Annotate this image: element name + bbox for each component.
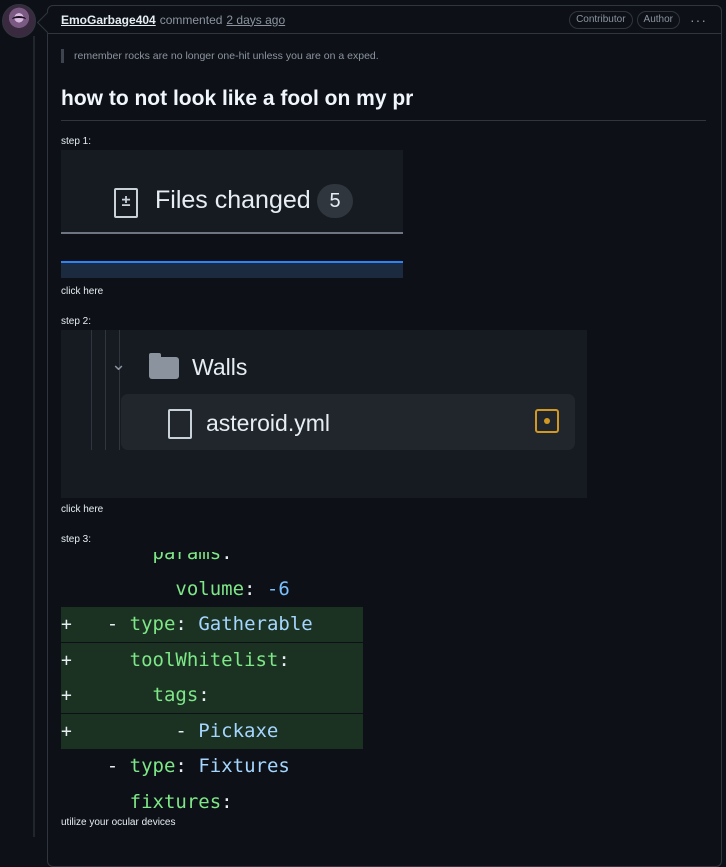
file-icon xyxy=(168,409,192,439)
step3-caption: utilize your ocular devices xyxy=(61,817,176,828)
code-text: - Pickaxe xyxy=(175,719,279,742)
code-line: fixtures: xyxy=(61,785,363,815)
code-text: toolWhitelist: xyxy=(129,648,290,671)
kebab-horizontal-icon[interactable]: ··· xyxy=(690,12,707,28)
author-link[interactable]: EmoGarbage404 xyxy=(61,13,156,27)
step3-image[interactable]: params: volume: -6 + - type: Gatherable + … xyxy=(61,552,363,814)
heading-divider xyxy=(61,120,706,121)
comment-header: EmoGarbage404 commented 2 days ago Contr… xyxy=(48,6,721,34)
code-line: + toolWhitelist: xyxy=(61,642,363,678)
file-diff-icon: ± xyxy=(114,188,138,218)
code-line: + tags: xyxy=(61,678,363,713)
step1-label: step 1: xyxy=(61,136,92,147)
code-text: fixtures: xyxy=(129,790,233,813)
folder-name: Walls xyxy=(192,354,248,380)
blockquote: remember rocks are no longer one-hit unl… xyxy=(61,49,379,63)
timeline-line xyxy=(33,36,35,837)
step1-image[interactable]: ± Files changed 5 xyxy=(61,150,403,278)
timestamp-link[interactable]: 2 days ago xyxy=(226,13,285,27)
code-line: volume: -6 xyxy=(61,572,363,607)
code-text: tags: xyxy=(152,684,210,706)
code-text: - type: Fixtures xyxy=(106,755,290,777)
code-text: volume: -6 xyxy=(175,577,290,600)
files-changed-label: Files changed xyxy=(155,186,311,214)
code-text: params: xyxy=(152,552,233,564)
code-line: - type: Fixtures xyxy=(61,749,363,784)
file-name: asteroid.yml xyxy=(206,410,330,436)
step2-label: step 2: xyxy=(61,316,92,327)
avatar[interactable] xyxy=(2,4,36,38)
step2-caption: click here xyxy=(61,504,104,515)
modified-icon xyxy=(535,409,559,433)
code-line: + - type: Gatherable xyxy=(61,607,363,642)
author-badge: Author xyxy=(636,11,680,29)
chevron-down-icon: ⌄ xyxy=(111,354,127,374)
step2-image[interactable]: ⌄ Walls asteroid.yml xyxy=(61,330,587,498)
contributor-badge: Contributor xyxy=(569,11,633,29)
file-row: asteroid.yml xyxy=(121,394,575,450)
files-changed-count: 5 xyxy=(317,184,353,218)
code-line: + - Pickaxe xyxy=(61,713,363,749)
code-line: params: xyxy=(61,552,363,571)
folder-icon xyxy=(149,353,179,379)
step3-label: step 3: xyxy=(61,534,92,545)
heading: how to not look like a fool on my pr xyxy=(61,87,414,110)
badges: Contributor Author ··· xyxy=(569,11,707,29)
step1-caption: click here xyxy=(61,286,104,297)
comment-box: EmoGarbage404 commented 2 days ago Contr… xyxy=(47,5,722,867)
code-text: - type: Gatherable xyxy=(106,613,313,635)
comment-action: commented xyxy=(159,12,223,27)
